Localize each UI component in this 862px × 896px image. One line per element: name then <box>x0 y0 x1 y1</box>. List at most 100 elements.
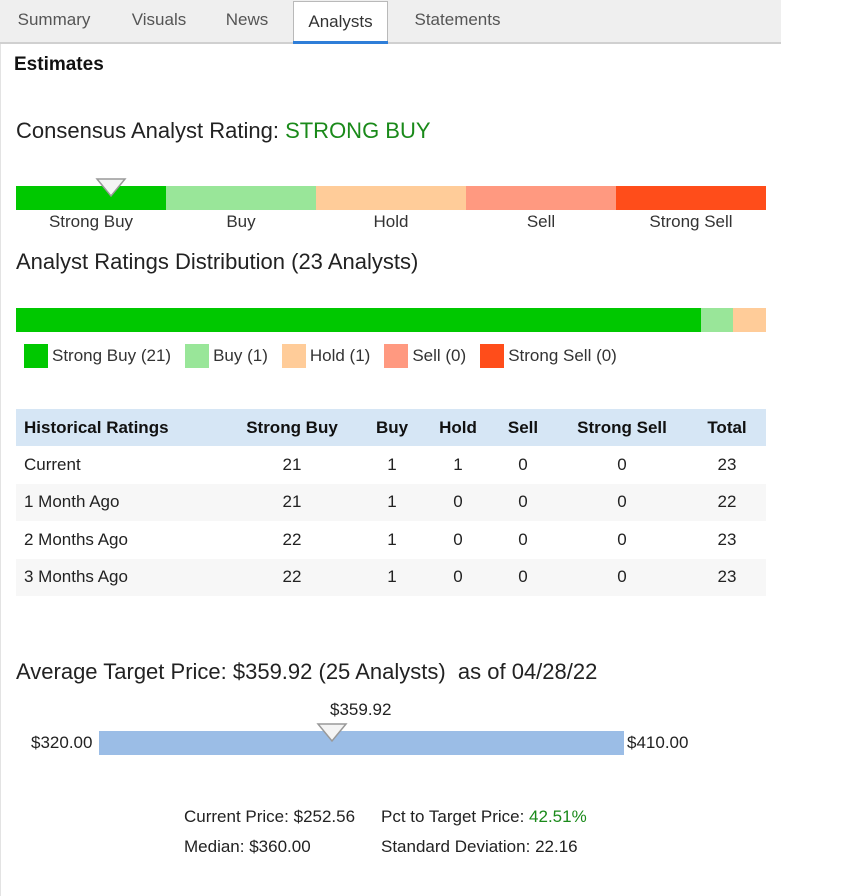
legend-item: Buy (1) <box>185 344 268 368</box>
rating-scale-segment <box>316 186 466 210</box>
rating-scale-segment <box>466 186 616 210</box>
rating-scale-bar <box>16 186 766 210</box>
target-price-heading: Average Target Price: $359.92 (25 Analys… <box>16 659 597 685</box>
rating-scale-segment <box>616 186 766 210</box>
col-strong-sell: Strong Sell <box>556 409 688 446</box>
table-cell: 2 Months Ago <box>24 529 128 549</box>
triangle-down-icon <box>95 178 127 198</box>
target-price-range-bar <box>99 731 624 755</box>
rating-scale-label: Strong Buy <box>48 212 134 231</box>
target-high-label: $410.00 <box>627 733 689 752</box>
table-cell: 3 Months Ago <box>16 558 226 596</box>
table-cell: 0 <box>617 529 627 549</box>
table-cell: 23 <box>688 558 766 596</box>
table-cell: 0 <box>518 529 528 549</box>
table-cell: 22 <box>688 483 766 521</box>
tab-summary[interactable]: Summary <box>4 0 104 42</box>
table-cell: 1 <box>453 454 463 474</box>
table-cell: 0 <box>556 483 688 521</box>
rating-scale-segment <box>166 186 316 210</box>
distribution-segment <box>16 308 701 332</box>
table-cell: 0 <box>426 558 490 596</box>
triangle-down-icon <box>316 723 348 743</box>
rating-scale-label: Hold <box>373 212 409 231</box>
tab-bar: Summary Visuals News Analysts Statements <box>0 0 781 44</box>
distribution-segment <box>700 308 734 332</box>
table-cell: 1 <box>358 558 426 596</box>
std-dev-label: Standard Deviation: <box>381 837 531 856</box>
distribution-title: Analyst Ratings Distribution (23 Analyst… <box>16 249 419 274</box>
legend-swatch <box>384 344 409 368</box>
tab-news[interactable]: News <box>212 0 282 42</box>
table-row: 1 Month Ago 21 1 0 0 0 22 <box>16 483 766 521</box>
rating-scale-label: Strong Sell <box>649 212 733 231</box>
table-cell: 23 <box>717 529 737 549</box>
legend-label: Buy (1) <box>213 346 268 365</box>
tab-visuals[interactable]: Visuals <box>116 0 202 42</box>
table-cell: Current <box>24 454 81 474</box>
consensus-value: STRONG BUY <box>285 118 431 143</box>
col-historical-ratings: Historical Ratings <box>16 409 226 446</box>
std-dev-value: 22.16 <box>535 837 578 856</box>
table-cell: 0 <box>617 454 627 474</box>
table-cell: 0 <box>453 529 463 549</box>
distribution-bar <box>16 308 766 332</box>
table-cell: 0 <box>490 483 556 521</box>
tab-analysts[interactable]: Analysts <box>293 1 388 44</box>
table-row: 3 Months Ago 22 1 0 0 0 23 <box>16 558 766 596</box>
legend-item: Hold (1) <box>281 344 371 368</box>
legend-item: Strong Sell (0) <box>480 344 617 368</box>
legend-item: Sell (0) <box>384 344 466 368</box>
target-price-title: Average Target Price: $359.92 (25 Analys… <box>16 659 446 684</box>
distribution-legend: Strong Buy (21) Buy (1) Hold (1) Sell (0) St… <box>24 344 631 368</box>
rating-scale-labels: Strong Buy Buy Hold Sell Strong Sell <box>16 212 766 232</box>
table-cell: 0 <box>556 558 688 596</box>
table-cell: 22 <box>226 558 358 596</box>
table-header-row: Historical Ratings Strong Buy Buy Hold S… <box>16 409 766 446</box>
consensus-label: Consensus Analyst Rating: <box>16 118 279 143</box>
col-sell: Sell <box>490 409 556 446</box>
table-row: 2 Months Ago 22 1 0 0 0 23 <box>16 521 766 559</box>
col-total: Total <box>688 409 766 446</box>
legend-swatch <box>24 344 48 368</box>
legend-label: Strong Buy (21) <box>52 346 172 365</box>
target-as-of: as of 04/28/22 <box>457 659 598 684</box>
table-cell: 1 <box>387 454 397 474</box>
col-hold: Hold <box>426 409 490 446</box>
table-cell: 0 <box>426 483 490 521</box>
rating-scale-segment <box>16 186 166 210</box>
legend-swatch <box>185 344 210 368</box>
table-cell: 0 <box>490 558 556 596</box>
col-buy: Buy <box>358 409 426 446</box>
standard-deviation: Standard Deviation: 22.16 <box>381 837 578 857</box>
legend-label: Strong Sell (0) <box>508 346 617 365</box>
table-cell: 1 Month Ago <box>16 483 226 521</box>
pct-to-target-label: Pct to Target Price: <box>381 807 525 826</box>
median-value: $360.00 <box>249 837 311 856</box>
legend-item: Strong Buy (21) <box>24 344 171 368</box>
median-price: Median: $360.00 <box>184 837 311 857</box>
legend-swatch <box>480 344 505 368</box>
legend-label: Hold (1) <box>309 346 371 365</box>
table-cell: 0 <box>518 454 528 474</box>
table-cell: 23 <box>717 454 737 474</box>
current-price-value: $252.56 <box>293 807 356 826</box>
distribution-segment <box>733 308 766 332</box>
historical-ratings-table: Historical Ratings Strong Buy Buy Hold S… <box>16 409 766 596</box>
table-cell: 21 <box>282 454 302 474</box>
tab-statements[interactable]: Statements <box>400 0 515 42</box>
section-title: Estimates <box>14 54 104 75</box>
table-cell: 21 <box>226 483 358 521</box>
table-row: Current 21 1 1 0 0 23 <box>16 446 766 484</box>
median-label: Median: <box>184 837 245 856</box>
pct-to-target: Pct to Target Price: 42.51% <box>381 807 587 827</box>
panel-border <box>0 44 1 896</box>
target-avg-label: $359.92 <box>330 700 392 719</box>
legend-swatch <box>281 344 306 368</box>
table-cell: 1 <box>387 529 397 549</box>
current-price-label: Current Price: <box>184 807 289 826</box>
rating-scale-label: Sell <box>526 212 556 231</box>
legend-label: Sell (0) <box>412 346 467 365</box>
target-low-label: $320.00 <box>31 733 93 752</box>
table-cell: 22 <box>282 529 302 549</box>
